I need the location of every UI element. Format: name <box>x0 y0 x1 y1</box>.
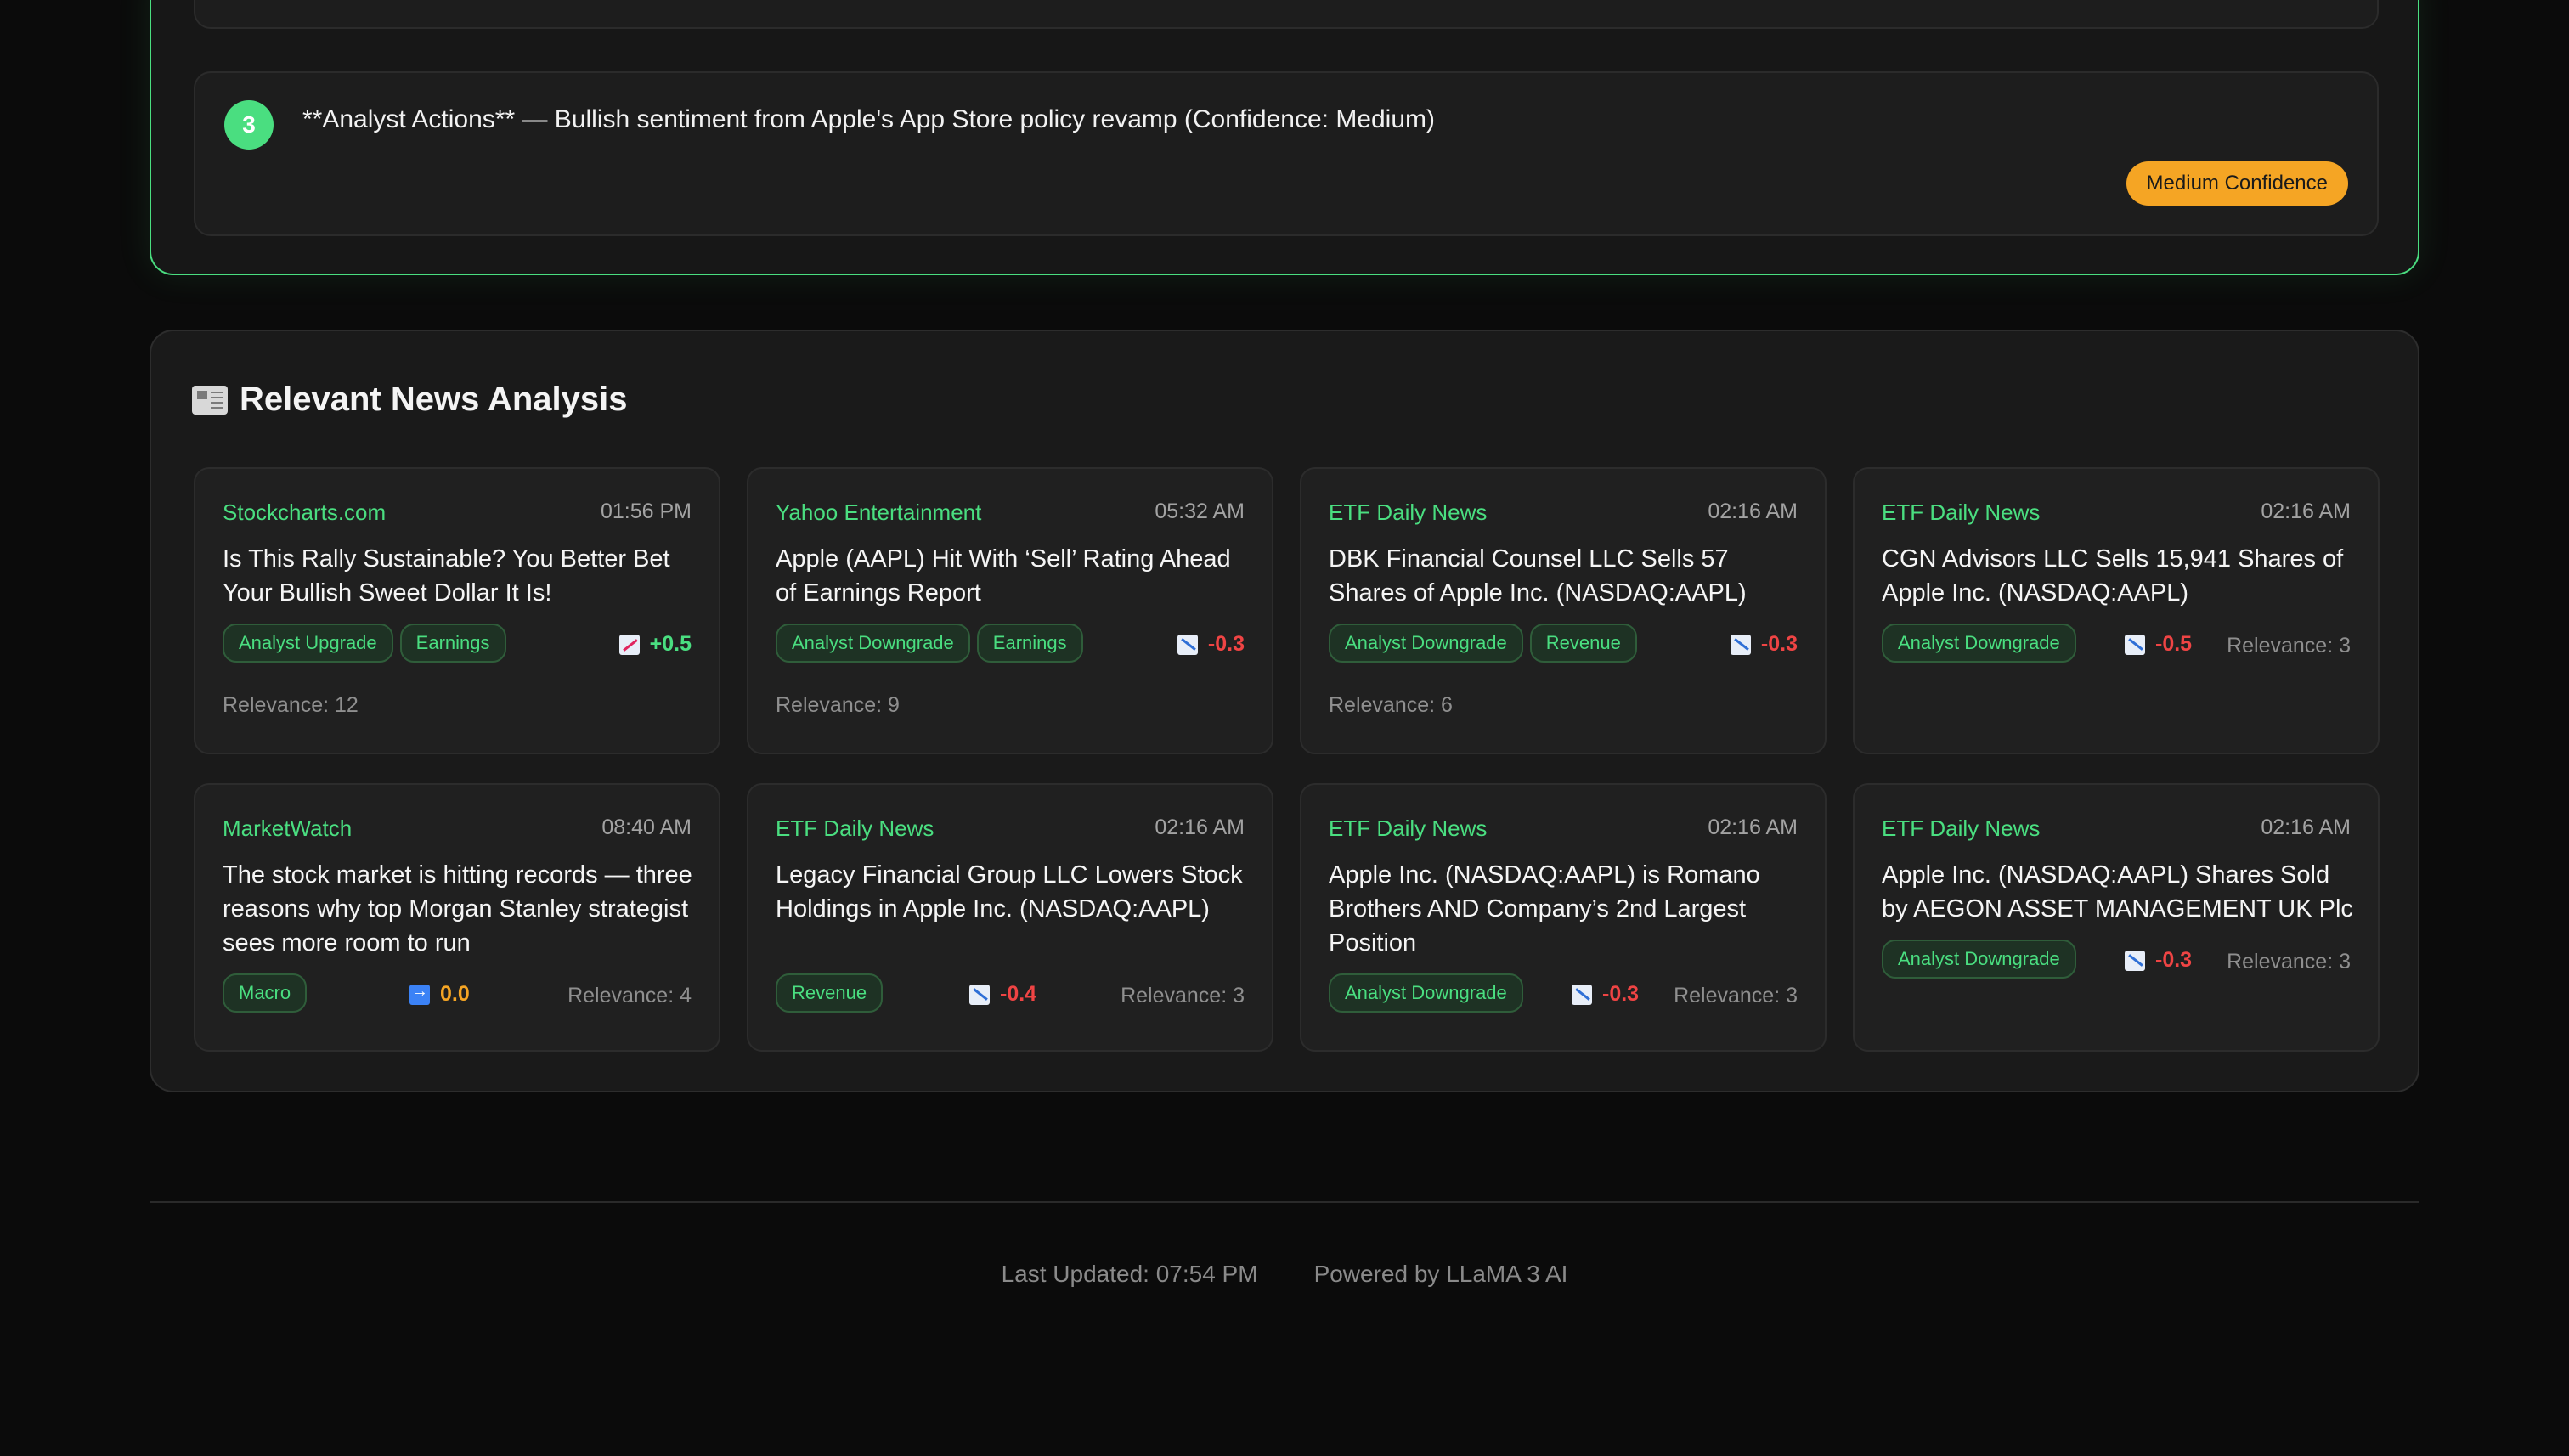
tag-badge: Analyst Downgrade <box>1882 940 2076 979</box>
chart-down-icon <box>1730 634 1751 655</box>
chart-up-icon <box>618 634 640 655</box>
tag-list: Analyst Downgrade <box>1882 940 2076 979</box>
tag-badge: Revenue <box>1529 624 1637 663</box>
relevance-score: Relevance: 6 <box>1329 693 1453 717</box>
sentiment-score: -0.3 <box>1177 632 1245 657</box>
footer: Last Updated: 07:54 PM Powered by LLaMA … <box>0 1261 2569 1288</box>
news-source[interactable]: Yahoo Entertainment <box>776 499 981 526</box>
confidence-badge: Medium Confidence <box>2126 161 2348 206</box>
news-source[interactable]: ETF Daily News <box>1329 815 1487 842</box>
tag-badge: Analyst Downgrade <box>1882 624 2076 663</box>
insight-text: **Analyst Actions** — Bullish sentiment … <box>302 105 1436 133</box>
sentiment-value: 0.0 <box>440 982 470 1006</box>
news-card[interactable]: ETF Daily News 02:16 AM Apple Inc. (NASD… <box>1853 783 2380 1052</box>
relevance-score: Relevance: 9 <box>776 693 900 717</box>
news-time: 02:16 AM <box>1155 815 1245 839</box>
sentiment-value: -0.3 <box>1760 632 1798 656</box>
tag-badge: Analyst Downgrade <box>1329 973 1523 1013</box>
news-analysis-section: Relevant News Analysis Stockcharts.com 0… <box>150 330 2419 1092</box>
insights-panel: 3 **Analyst Actions** — Bullish sentimen… <box>150 0 2419 275</box>
sentiment-value: -0.3 <box>1207 632 1245 656</box>
sentiment-value: -0.3 <box>1602 982 1640 1006</box>
news-title[interactable]: CGN Advisors LLC Sells 15,941 Shares of … <box>1882 542 2357 610</box>
tag-list: Analyst Downgrade <box>1329 973 1523 1013</box>
news-source[interactable]: ETF Daily News <box>1329 499 1487 526</box>
last-updated-text: Last Updated: 07:54 PM <box>1001 1261 1258 1287</box>
tag-badge: Earnings <box>976 624 1083 663</box>
news-time: 02:16 AM <box>1708 499 1798 523</box>
chart-down-icon <box>969 984 990 1005</box>
news-title[interactable]: Apple (AAPL) Hit With ‘Sell’ Rating Ahea… <box>776 542 1251 610</box>
news-time: 02:16 AM <box>2261 499 2351 523</box>
news-source[interactable]: ETF Daily News <box>1882 499 2040 526</box>
news-title[interactable]: Legacy Financial Group LLC Lowers Stock … <box>776 858 1251 926</box>
news-time: 08:40 AM <box>601 815 692 839</box>
news-card[interactable]: Stockcharts.com 01:56 PM Is This Rally S… <box>194 467 720 754</box>
tag-badge: Analyst Downgrade <box>776 624 970 663</box>
news-card[interactable]: MarketWatch 08:40 AM The stock market is… <box>194 783 720 1052</box>
sentiment-score: -0.4 <box>969 982 1036 1007</box>
relevance-score: Relevance: 12 <box>223 693 359 717</box>
tag-badge: Analyst Downgrade <box>1329 624 1523 663</box>
insight-item: 3 **Analyst Actions** — Bullish sentimen… <box>194 71 2379 236</box>
newspaper-icon <box>192 385 228 415</box>
sentiment-value: -0.4 <box>1000 982 1037 1006</box>
news-source[interactable]: Stockcharts.com <box>223 499 386 526</box>
sentiment-value: -0.3 <box>2155 948 2193 972</box>
tag-badge: Macro <box>223 973 308 1013</box>
news-source[interactable]: MarketWatch <box>223 815 352 842</box>
chart-down-icon <box>1572 984 1592 1005</box>
relevance-score: Relevance: 3 <box>2227 634 2351 657</box>
tag-list: Analyst Downgrade Earnings <box>776 624 1083 663</box>
news-card[interactable]: ETF Daily News 02:16 AM DBK Financial Co… <box>1300 467 1827 754</box>
sentiment-score: -0.3 <box>2125 948 2192 973</box>
news-card[interactable]: ETF Daily News 02:16 AM Legacy Financial… <box>747 783 1273 1052</box>
sentiment-score: -0.5 <box>2125 632 2192 657</box>
news-time: 01:56 PM <box>600 499 692 523</box>
tag-badge: Revenue <box>776 973 884 1013</box>
tag-list: Analyst Upgrade Earnings <box>223 624 506 663</box>
sentiment-value: -0.5 <box>2155 632 2193 656</box>
news-title[interactable]: The stock market is hitting records — th… <box>223 858 698 960</box>
tag-badge: Earnings <box>399 624 506 663</box>
news-title[interactable]: Apple Inc. (NASDAQ:AAPL) is Romano Broth… <box>1329 858 1804 960</box>
tag-list: Analyst Downgrade <box>1882 624 2076 663</box>
sentiment-score: +0.5 <box>618 632 692 657</box>
news-time: 02:16 AM <box>1708 815 1798 839</box>
insight-item-previous <box>194 0 2379 29</box>
sentiment-score: -0.3 <box>1572 982 1639 1007</box>
section-title: Relevant News Analysis <box>192 381 628 419</box>
relevance-score: Relevance: 3 <box>1121 984 1245 1007</box>
relevance-score: Relevance: 3 <box>1674 984 1798 1007</box>
chart-down-icon <box>2125 950 2145 971</box>
powered-by-text: Powered by LLaMA 3 AI <box>1313 1261 1568 1287</box>
news-time: 05:32 AM <box>1155 499 1245 523</box>
chart-down-icon <box>1177 634 1198 655</box>
relevance-score: Relevance: 4 <box>567 984 692 1007</box>
tag-list: Revenue <box>776 973 884 1013</box>
news-title[interactable]: Apple Inc. (NASDAQ:AAPL) Shares Sold by … <box>1882 858 2357 926</box>
tag-list: Macro <box>223 973 308 1013</box>
news-card[interactable]: ETF Daily News 02:16 AM Apple Inc. (NASD… <box>1300 783 1827 1052</box>
tag-badge: Analyst Upgrade <box>223 624 393 663</box>
news-title[interactable]: DBK Financial Counsel LLC Sells 57 Share… <box>1329 542 1804 610</box>
news-source[interactable]: ETF Daily News <box>1882 815 2040 842</box>
sentiment-score: 0.0 <box>409 982 470 1007</box>
tag-list: Analyst Downgrade Revenue <box>1329 624 1637 663</box>
footer-divider <box>150 1201 2419 1203</box>
chart-down-icon <box>2125 634 2145 655</box>
news-card[interactable]: Yahoo Entertainment 05:32 AM Apple (AAPL… <box>747 467 1273 754</box>
news-title[interactable]: Is This Rally Sustainable? You Better Be… <box>223 542 698 610</box>
insight-number-badge: 3 <box>224 100 274 150</box>
sentiment-value: +0.5 <box>649 632 692 656</box>
news-source[interactable]: ETF Daily News <box>776 815 934 842</box>
sentiment-score: -0.3 <box>1730 632 1798 657</box>
arrow-right-icon <box>409 984 430 1005</box>
section-title-text: Relevant News Analysis <box>240 381 628 418</box>
news-card[interactable]: ETF Daily News 02:16 AM CGN Advisors LLC… <box>1853 467 2380 754</box>
relevance-score: Relevance: 3 <box>2227 950 2351 973</box>
news-time: 02:16 AM <box>2261 815 2351 839</box>
